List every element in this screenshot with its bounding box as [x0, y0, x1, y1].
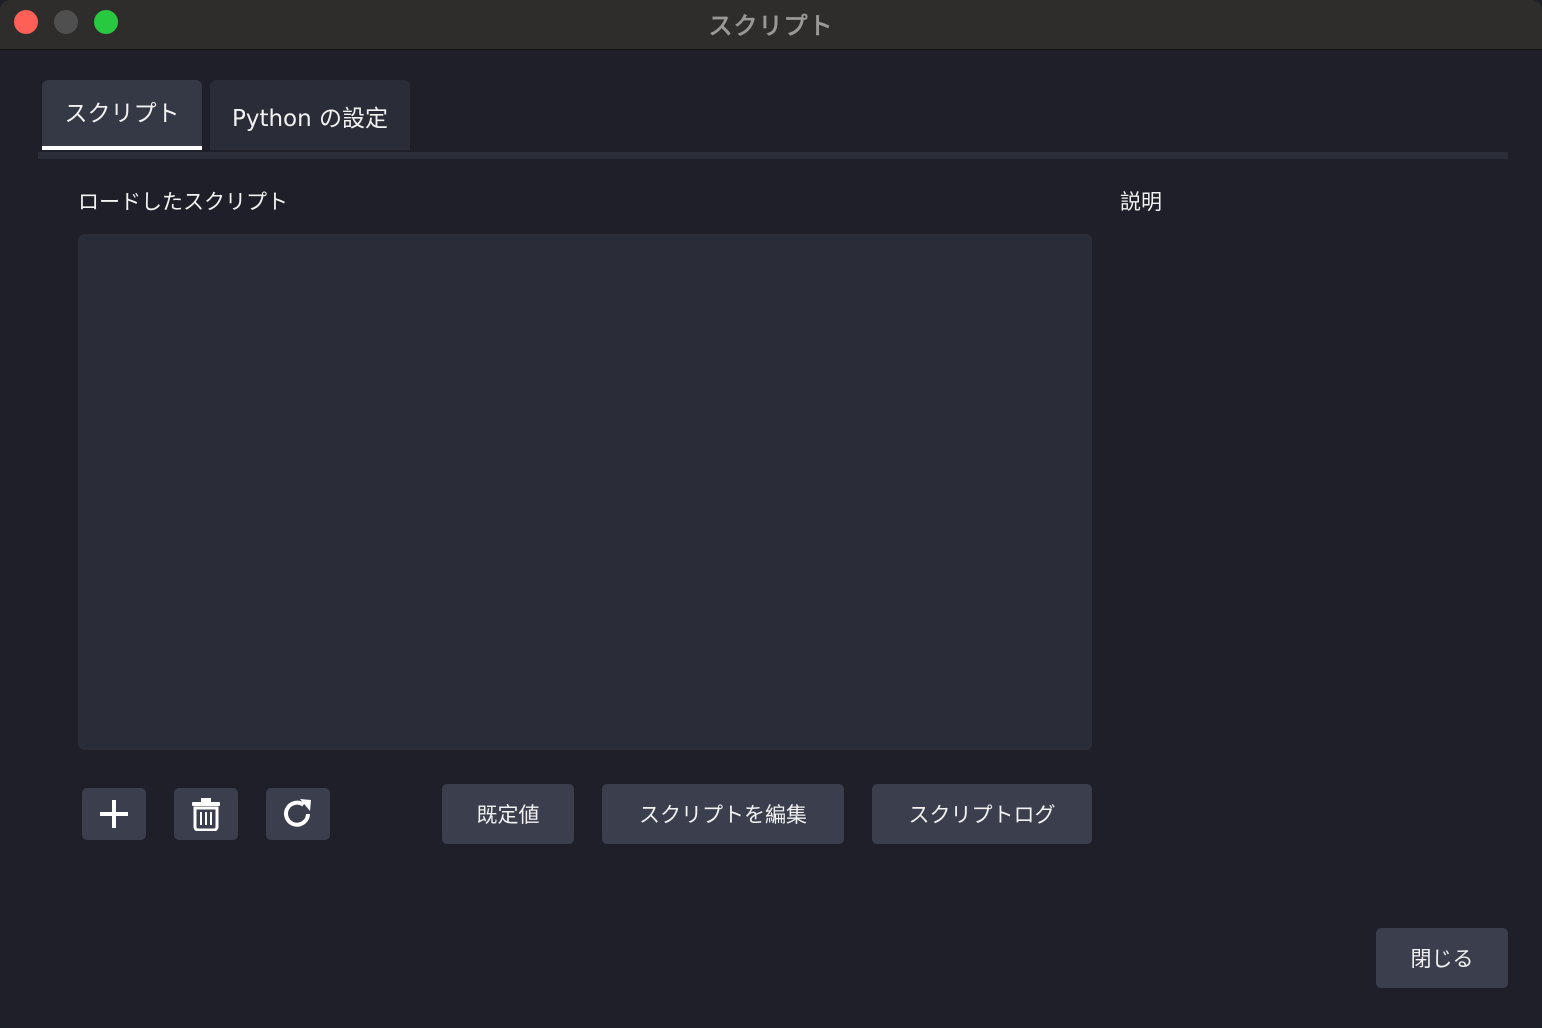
tab-python-settings[interactable]: Python の設定 — [210, 80, 410, 150]
loaded-scripts-list[interactable] — [78, 234, 1092, 750]
plus-icon — [100, 800, 128, 828]
reload-icon — [284, 799, 311, 827]
defaults-button[interactable]: 既定値 — [442, 784, 574, 844]
remove-script-button[interactable] — [174, 788, 238, 840]
loaded-scripts-label: ロードしたスクリプト — [78, 190, 288, 214]
tab-bar-underline — [38, 152, 1508, 159]
trash-icon — [192, 798, 220, 831]
scripts-dialog: スクリプト スクリプト Python の設定 ロードしたスクリプト 説明 既定値… — [0, 0, 1542, 1028]
window-title: スクリプト — [708, 12, 834, 40]
description-label: 説明 — [1120, 190, 1162, 214]
title-bar[interactable]: スクリプト — [0, 0, 1542, 50]
tab-bar: スクリプト Python の設定 — [38, 80, 1508, 160]
edit-script-button[interactable]: スクリプトを編集 — [602, 784, 844, 844]
script-log-button[interactable]: スクリプトログ — [872, 784, 1092, 844]
tab-scripts[interactable]: スクリプト — [42, 80, 202, 150]
close-button[interactable]: 閉じる — [1376, 928, 1508, 988]
reload-scripts-button[interactable] — [266, 788, 330, 840]
add-script-button[interactable] — [82, 788, 146, 840]
